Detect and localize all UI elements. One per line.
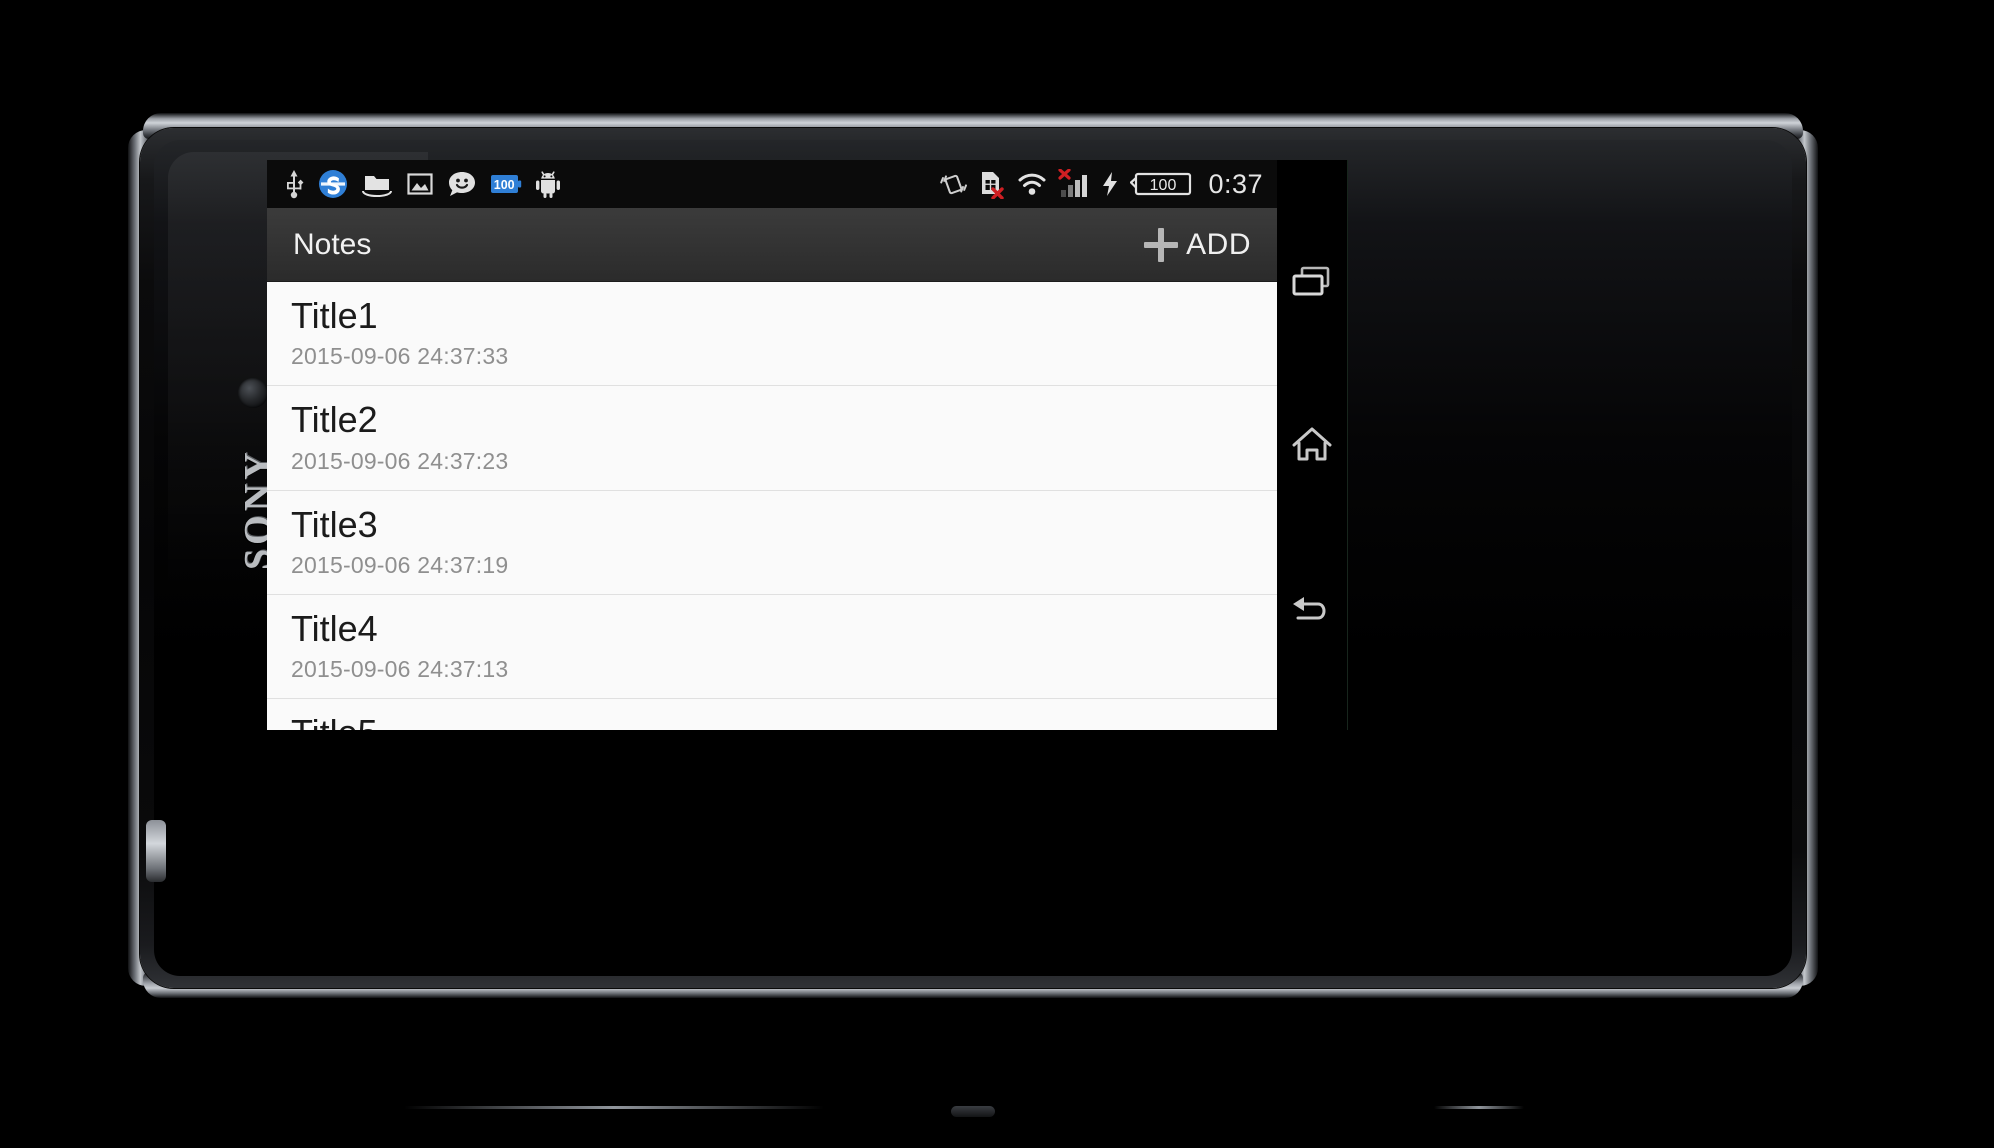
status-bar-clock: 0:37 — [1208, 168, 1263, 199]
note-list-item[interactable]: Title5 — [267, 699, 1277, 730]
folder-icon — [362, 176, 392, 198]
phone-screen: 100 100 0:37 Notes ADD Title1 2015-09-06… — [267, 160, 1277, 730]
note-title: Title2 — [291, 399, 378, 441]
recent-apps-icon — [1292, 266, 1330, 296]
status-bar: 100 100 0:37 — [267, 160, 1277, 208]
power-button[interactable] — [146, 820, 166, 882]
note-title: Title1 — [291, 295, 378, 336]
app-title: Notes — [293, 227, 372, 261]
recent-apps-button[interactable] — [1283, 253, 1341, 311]
charging-bolt-icon — [1103, 172, 1118, 196]
back-icon — [1293, 597, 1326, 620]
notes-list[interactable]: Title1 2015-09-06 24:37:33 Title2 2015-0… — [267, 282, 1277, 730]
back-button[interactable] — [1283, 579, 1341, 637]
add-button-label: ADD — [1186, 227, 1251, 261]
navigation-bar — [1277, 160, 1347, 730]
screen-edge-line — [1347, 160, 1348, 730]
note-list-item[interactable]: Title3 2015-09-06 24:37:19 — [267, 490, 1277, 595]
note-list-item[interactable]: Title4 2015-09-06 24:37:13 — [267, 594, 1277, 700]
battery-level-text: 100 — [1150, 177, 1177, 194]
vibrate-icon — [940, 174, 968, 195]
note-title: Title3 — [291, 503, 378, 545]
battery-indicator-icon: 100 — [1130, 172, 1192, 196]
bottom-speaker — [951, 1106, 995, 1117]
superuser-icon — [319, 170, 347, 198]
action-bar: Notes ADD — [267, 208, 1277, 282]
status-bar-right-icons: 100 0:37 — [938, 169, 1263, 200]
home-icon — [1292, 427, 1332, 461]
message-smiley-icon — [449, 172, 475, 196]
plus-icon — [1144, 227, 1179, 262]
no-sim-card-icon — [982, 172, 1005, 199]
note-date: 2015-09-06 24:37:23 — [291, 447, 509, 474]
note-list-item[interactable]: Title1 2015-09-06 24:37:33 — [267, 282, 1277, 387]
note-title: Title5 — [291, 712, 1253, 730]
screenshot-image-icon — [407, 173, 433, 195]
screenshot-root: SONY 100 100 0:37 Notes ADD Title1 2015-… — [0, 0, 1994, 1148]
svg-text:100: 100 — [494, 178, 515, 192]
note-list-item[interactable]: Title2 2015-09-06 24:37:23 — [267, 386, 1277, 491]
note-date: 2015-09-06 24:37:13 — [291, 656, 509, 683]
add-button[interactable]: ADD — [1134, 222, 1263, 268]
no-signal-icon — [1058, 169, 1088, 197]
status-bar-left-icons: 100 — [283, 169, 561, 199]
bezel-seam — [404, 1106, 824, 1109]
wifi-icon — [1018, 173, 1046, 195]
bezel-seam — [1434, 1106, 1524, 1109]
home-button[interactable] — [1283, 416, 1341, 474]
front-camera-lens — [238, 378, 268, 408]
note-title: Title4 — [291, 607, 378, 649]
android-debug-icon — [536, 171, 560, 198]
note-date: 2015-09-06 24:37:19 — [291, 551, 509, 578]
battery-100-notification-icon: 100 — [491, 175, 522, 193]
note-date: 2015-09-06 24:37:33 — [291, 343, 509, 370]
usb-icon — [287, 170, 304, 199]
